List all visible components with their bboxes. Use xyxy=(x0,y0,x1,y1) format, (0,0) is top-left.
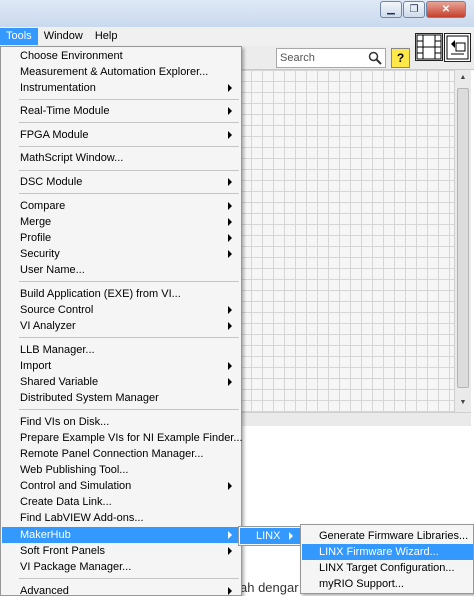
menu-separator xyxy=(19,146,239,147)
submenu-arrow-icon xyxy=(228,306,232,314)
scroll-thumb[interactable] xyxy=(457,88,469,388)
linx-submenu: Generate Firmware Libraries... LINX Firm… xyxy=(300,524,474,594)
menu-item-find-vis-on-disk[interactable]: Find VIs on Disk... xyxy=(2,414,240,430)
makerhub-submenu: LINX xyxy=(238,526,301,546)
menu-item-profile[interactable]: Profile xyxy=(2,230,240,246)
menu-item-linx[interactable]: LINX xyxy=(240,528,301,544)
context-help-button[interactable]: ? xyxy=(391,48,410,68)
menu-item-advanced[interactable]: Advanced xyxy=(2,583,240,596)
vertical-scrollbar[interactable]: ▲ ▼ xyxy=(454,70,471,412)
menu-separator xyxy=(19,578,239,579)
search-placeholder: Search xyxy=(280,52,315,64)
menu-separator xyxy=(19,337,239,338)
submenu-arrow-icon xyxy=(289,532,293,540)
menu-item-user-name[interactable]: User Name... xyxy=(2,262,240,278)
menu-item-source-control[interactable]: Source Control xyxy=(2,302,240,318)
scroll-up-icon[interactable]: ▲ xyxy=(457,71,469,85)
menu-item-web-publishing-tool[interactable]: Web Publishing Tool... xyxy=(2,462,240,478)
vi-icon[interactable] xyxy=(444,33,471,62)
menu-item-build-application[interactable]: Build Application (EXE) from VI... xyxy=(2,286,240,302)
menu-item-makerhub[interactable]: MakerHub xyxy=(2,527,240,543)
submenu-arrow-icon xyxy=(228,250,232,258)
horizontal-scrollbar[interactable] xyxy=(240,412,471,426)
menu-item-shared-variable[interactable]: Shared Variable xyxy=(2,374,240,390)
block-diagram-grid[interactable] xyxy=(240,70,454,412)
menu-item-distributed-system-manager[interactable]: Distributed System Manager xyxy=(2,390,240,406)
menu-separator xyxy=(19,99,239,100)
menu-item-mathscript-window[interactable]: MathScript Window... xyxy=(2,150,240,166)
menu-item-myrio-support[interactable]: myRIO Support... xyxy=(302,576,473,592)
tools-menu: Choose Environment Measurement & Automat… xyxy=(0,46,243,596)
menu-separator xyxy=(19,170,239,171)
menu-bar: Tools Window Help xyxy=(0,27,474,46)
menu-tools[interactable]: Tools xyxy=(0,28,38,45)
submenu-arrow-icon xyxy=(228,234,232,242)
menu-item-merge[interactable]: Merge xyxy=(2,214,240,230)
menu-separator xyxy=(19,122,239,123)
submenu-arrow-icon xyxy=(228,587,232,595)
menu-item-create-data-link[interactable]: Create Data Link... xyxy=(2,494,240,510)
menu-item-control-and-simulation[interactable]: Control and Simulation xyxy=(2,478,240,494)
menu-separator xyxy=(19,409,239,410)
menu-item-remote-panel-connection-manager[interactable]: Remote Panel Connection Manager... xyxy=(2,446,240,462)
menu-separator xyxy=(19,281,239,282)
menu-item-instrumentation[interactable]: Instrumentation xyxy=(2,80,240,96)
menu-item-prepare-example-vis[interactable]: Prepare Example VIs for NI Example Finde… xyxy=(2,430,243,446)
submenu-arrow-icon xyxy=(228,131,232,139)
menu-item-generate-firmware-libraries[interactable]: Generate Firmware Libraries... xyxy=(302,528,473,544)
menu-item-security[interactable]: Security xyxy=(2,246,240,262)
menu-window[interactable]: Window xyxy=(38,28,89,45)
submenu-arrow-icon xyxy=(228,107,232,115)
restore-button[interactable]: ❐ xyxy=(403,1,425,18)
menu-item-measurement-automation-explorer[interactable]: Measurement & Automation Explorer... xyxy=(2,64,240,80)
submenu-arrow-icon xyxy=(228,322,232,330)
submenu-arrow-icon xyxy=(228,362,232,370)
submenu-arrow-icon xyxy=(228,378,232,386)
search-icon[interactable] xyxy=(368,51,382,65)
menu-item-soft-front-panels[interactable]: Soft Front Panels xyxy=(2,543,240,559)
submenu-arrow-icon xyxy=(228,547,232,555)
menu-item-vi-package-manager[interactable]: VI Package Manager... xyxy=(2,559,240,575)
menu-item-linx-firmware-wizard[interactable]: LINX Firmware Wizard... xyxy=(302,544,473,560)
menu-item-import[interactable]: Import xyxy=(2,358,240,374)
menu-item-vi-analyzer[interactable]: VI Analyzer xyxy=(2,318,240,334)
menu-item-llb-manager[interactable]: LLB Manager... xyxy=(2,342,240,358)
search-input[interactable]: Search xyxy=(276,48,386,68)
scroll-down-icon[interactable]: ▼ xyxy=(457,396,469,410)
menu-item-linx-target-configuration[interactable]: LINX Target Configuration... xyxy=(302,560,473,576)
menu-help[interactable]: Help xyxy=(89,28,124,45)
menu-item-dsc-module[interactable]: DSC Module xyxy=(2,174,240,190)
menu-item-find-labview-add-ons[interactable]: Find LabVIEW Add-ons... xyxy=(2,510,240,526)
minimize-button[interactable]: ▁ xyxy=(380,1,402,18)
background-text: ah dengar xyxy=(240,580,299,595)
submenu-arrow-icon xyxy=(228,482,232,490)
close-button[interactable]: ✕ xyxy=(426,1,466,18)
window-controls: ▁ ❐ ✕ xyxy=(379,1,466,18)
title-bar: ▁ ❐ ✕ xyxy=(0,0,474,27)
menu-item-real-time-module[interactable]: Real-Time Module xyxy=(2,103,240,119)
submenu-arrow-icon xyxy=(228,218,232,226)
menu-item-fpga-module[interactable]: FPGA Module xyxy=(2,127,240,143)
connector-pane-icon[interactable] xyxy=(415,33,443,61)
submenu-arrow-icon xyxy=(228,178,232,186)
submenu-arrow-icon xyxy=(228,202,232,210)
menu-item-choose-environment[interactable]: Choose Environment xyxy=(2,48,240,64)
submenu-arrow-icon xyxy=(228,84,232,92)
menu-separator xyxy=(19,193,239,194)
menu-item-compare[interactable]: Compare xyxy=(2,198,240,214)
submenu-arrow-icon xyxy=(228,531,232,539)
